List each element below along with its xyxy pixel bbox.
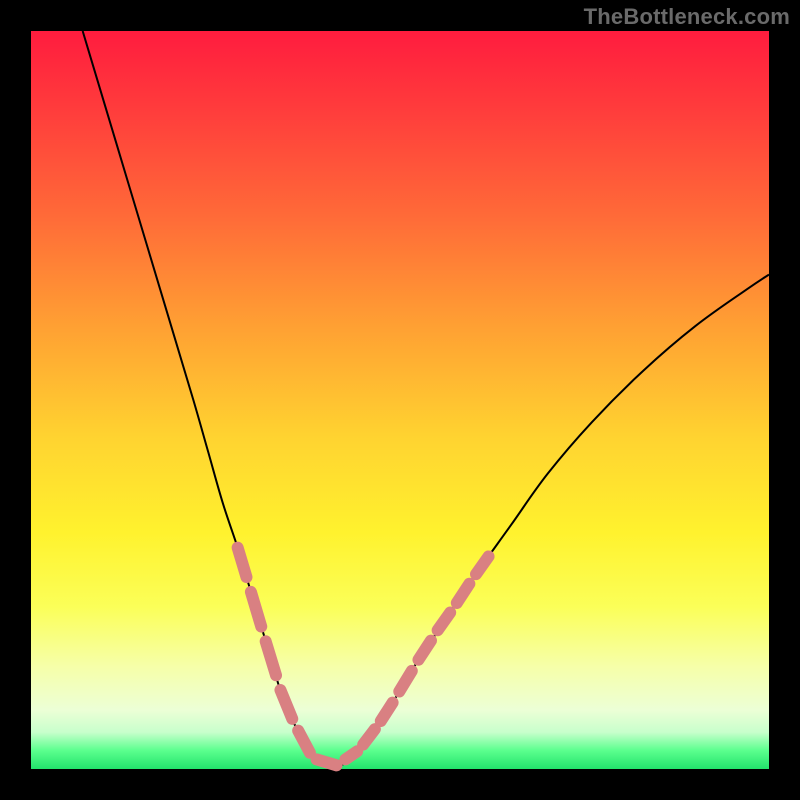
chart-svg-layer <box>31 31 769 769</box>
marker-segment <box>399 671 412 692</box>
marker-segment <box>363 729 375 744</box>
marker-segment <box>251 592 261 627</box>
marker-segment <box>418 641 431 660</box>
marker-segment <box>266 641 276 675</box>
marker-segment <box>317 759 337 765</box>
chart-frame: TheBottleneck.com <box>0 0 800 800</box>
marker-segment <box>476 556 489 574</box>
marker-segments-group <box>238 548 489 766</box>
chart-plot-area <box>31 31 769 769</box>
marker-segment <box>298 731 310 753</box>
marker-segment <box>457 584 470 603</box>
marker-segment <box>238 548 247 578</box>
watermark-text: TheBottleneck.com <box>584 4 790 30</box>
marker-segment <box>280 690 292 719</box>
marker-segment <box>345 751 357 759</box>
marker-segment <box>438 613 451 631</box>
marker-segment <box>381 703 393 721</box>
